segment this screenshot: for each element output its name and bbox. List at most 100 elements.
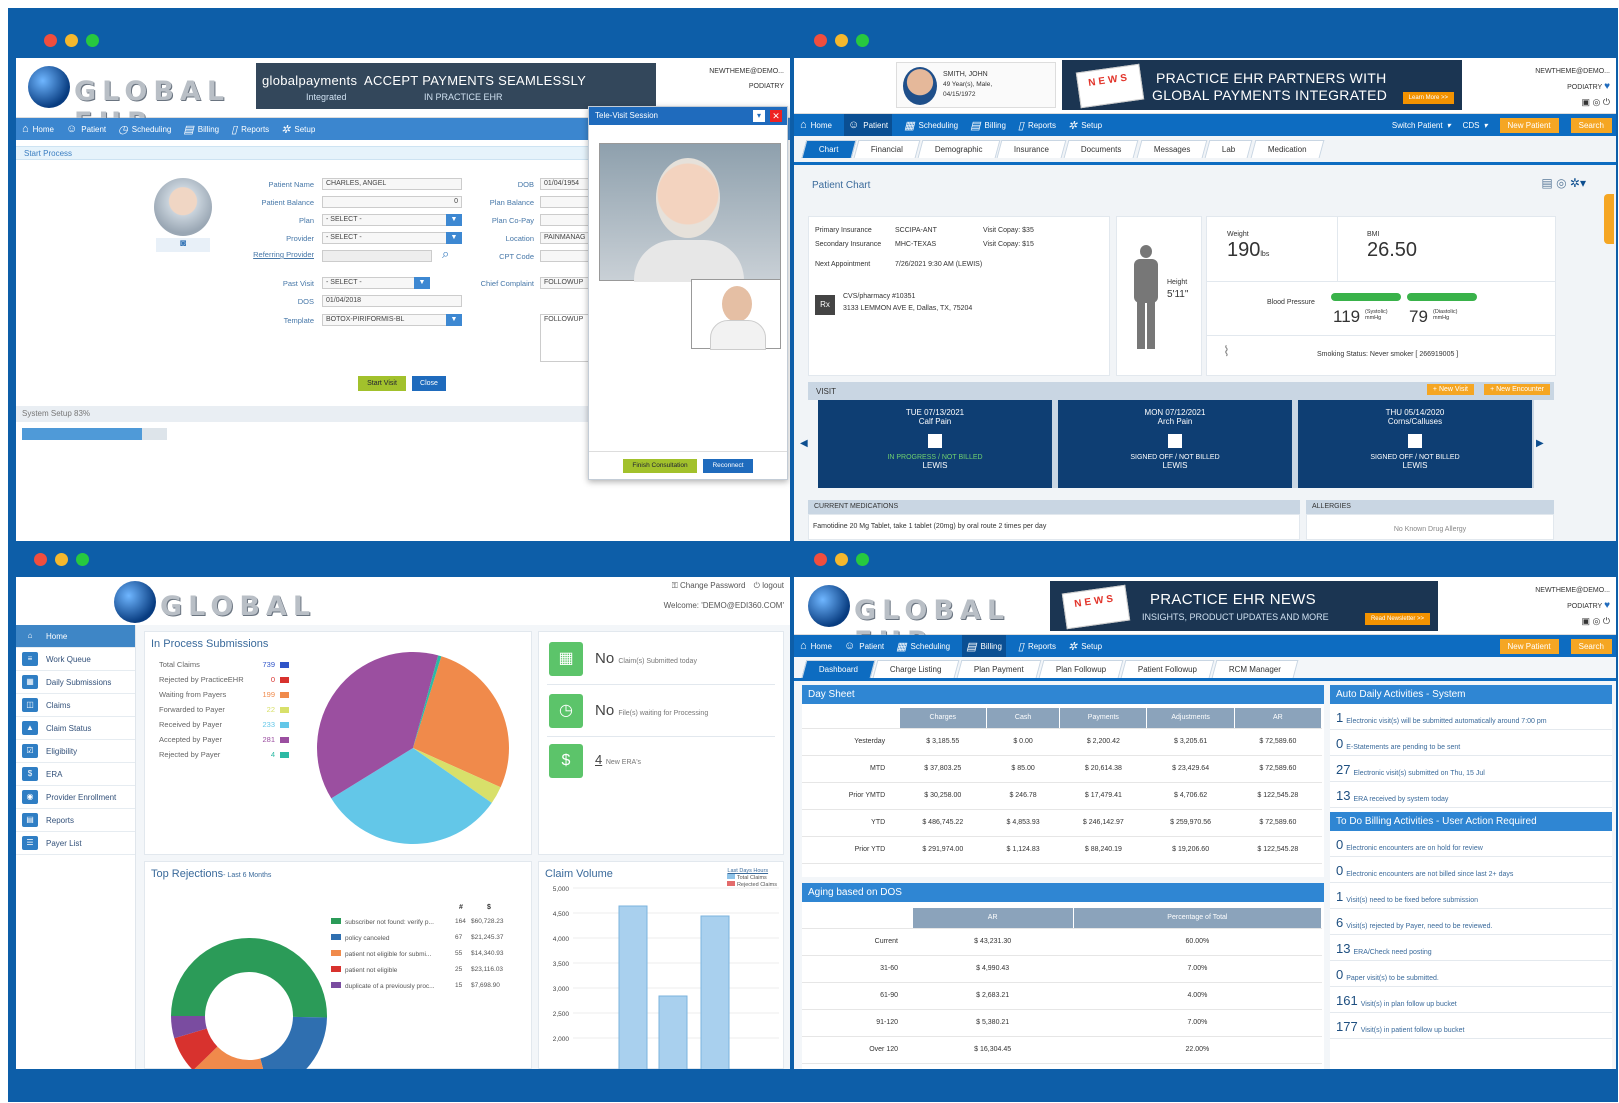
table-row[interactable]: Yesterday $ 3,185.55 $ 0.00 $ 2,200.42 $ 3,2… <box>802 728 1322 756</box>
side-tab[interactable] <box>1604 194 1614 244</box>
close-dot[interactable] <box>44 34 57 47</box>
settings-icon[interactable]: ◎ <box>1593 97 1601 107</box>
nav-scheduling[interactable]: ▦ Scheduling <box>896 640 950 653</box>
activity-item[interactable]: 0 Electronic encounters are not billed si… <box>1330 857 1612 883</box>
nav-setup[interactable]: ✲ Setup <box>1068 119 1102 132</box>
sidebar-item-home[interactable]: ⌂ Home <box>16 625 135 648</box>
provider-select[interactable]: - SELECT - ▼ <box>322 232 462 244</box>
nav-setup[interactable]: ✲ Setup <box>1068 640 1102 653</box>
maximize-dot[interactable] <box>76 553 89 566</box>
patient-balance-field[interactable]: 0 <box>322 196 462 208</box>
tab-charge-listing[interactable]: Charge Listing <box>872 660 960 678</box>
nav-reports[interactable]: ▯ Reports <box>1018 119 1056 132</box>
dob-field[interactable]: 01/04/1954 <box>540 178 590 190</box>
table-row[interactable]: 61-90 $ 2,683.21 4.00% <box>802 982 1322 1010</box>
read-newsletter-button[interactable]: Read Newsletter >> <box>1364 613 1430 625</box>
minimize-dot[interactable] <box>835 34 848 47</box>
power-icon[interactable]: ⏻ <box>1603 616 1610 626</box>
minimize-dot[interactable] <box>55 553 68 566</box>
change-password-link[interactable]: ⚿ Change Password <box>672 581 746 590</box>
location-field[interactable]: PAINMANAG <box>540 232 590 244</box>
table-row[interactable]: MTD $ 37,803.25 $ 85.00 $ 20,614.38 $ 23,429… <box>802 755 1322 783</box>
nav-scheduling[interactable]: ◷ Scheduling <box>118 123 171 136</box>
search-button[interactable]: Search <box>1570 638 1612 654</box>
tab-insurance[interactable]: Insurance <box>996 140 1067 158</box>
maximize-dot[interactable] <box>86 34 99 47</box>
nav-setup[interactable]: ✲ Setup <box>281 123 315 136</box>
logout-link[interactable]: ⏻ logout <box>754 581 784 590</box>
nav-reports[interactable]: ▯ Reports <box>231 123 269 136</box>
refresh-icon[interactable]: ◎ <box>1556 176 1566 190</box>
close-icon[interactable]: ✕ <box>770 110 782 122</box>
nav-home[interactable]: ⌂ Home <box>22 123 54 135</box>
tab-financial[interactable]: Financial <box>853 140 920 158</box>
reconnect-button[interactable]: Reconnect <box>703 459 753 473</box>
template-select[interactable]: BOTOX-PIRIFORMIS-BL ▼ <box>322 314 462 326</box>
search-button[interactable]: Search <box>1570 117 1612 133</box>
plan-copay-field[interactable] <box>540 214 590 226</box>
camera-button[interactable]: ◙ <box>156 238 210 252</box>
nav-home[interactable]: ⌂ Home <box>800 119 832 131</box>
new-patient-button[interactable]: New Patient <box>1499 117 1559 133</box>
sidebar-item-eligibility[interactable]: ☑ Eligibility <box>16 740 135 763</box>
plan-select[interactable]: - SELECT - ▼ <box>322 214 462 226</box>
sidebar-item-payer-list[interactable]: ☰ Payer List <box>16 832 135 855</box>
learn-more-button[interactable]: Learn More >> <box>1402 92 1454 104</box>
table-row[interactable]: Prior YTD $ 291,974.00 $ 1,124.83 $ 88,240.… <box>802 836 1322 864</box>
new-eras[interactable]: 4 New ERA's <box>595 752 641 767</box>
sidebar-item-work-queue[interactable]: ≡ Work Queue <box>16 648 135 671</box>
tab-messages[interactable]: Messages <box>1136 140 1208 158</box>
lock-icon[interactable]: ▣ <box>1581 97 1590 107</box>
nav-billing[interactable]: ▤ Billing <box>183 123 219 136</box>
referring-provider-field[interactable] <box>322 250 432 262</box>
activity-item[interactable]: 1 Electronic visit(s) will be submitted a… <box>1330 704 1612 730</box>
visit-prev-arrow[interactable]: ◀ <box>800 438 808 449</box>
activity-item[interactable]: 27 Electronic visit(s) submitted on Thu, … <box>1330 756 1612 782</box>
account-email[interactable]: NEWTHEME@DEMO... <box>709 64 784 79</box>
tab-patient-followup[interactable]: Patient Followup <box>1120 660 1215 678</box>
sidebar-item-reports[interactable]: ▤ Reports <box>16 809 135 832</box>
cds-dropdown[interactable]: CDS ▾ <box>1463 121 1488 130</box>
tab-chart[interactable]: Chart <box>801 140 856 158</box>
table-row[interactable]: 91-120 $ 5,380.21 7.00% <box>802 1009 1322 1037</box>
table-row[interactable]: Over 120 $ 16,304.45 22.00% <box>802 1036 1322 1064</box>
minimize-dot[interactable] <box>835 553 848 566</box>
activity-item[interactable]: 0 Electronic encounters are on hold for r… <box>1330 831 1612 857</box>
switch-patient-dropdown[interactable]: Switch Patient ▾ <box>1392 121 1451 130</box>
nav-patient[interactable]: ☺ Patient <box>844 114 893 136</box>
tab-medication[interactable]: Medication <box>1250 140 1324 158</box>
search-icon[interactable]: ⌕ <box>442 246 449 262</box>
close-button[interactable]: Close <box>412 376 446 391</box>
close-dot[interactable] <box>814 34 827 47</box>
lock-icon[interactable]: ▣ <box>1581 616 1590 626</box>
visit-card[interactable]: THU 05/14/2020 Corns/Calluses SIGNED OFF… <box>1298 400 1532 488</box>
maximize-dot[interactable] <box>856 34 869 47</box>
activity-item[interactable]: 0 Paper visit(s) to be submitted. <box>1330 961 1612 987</box>
past-visit-select[interactable]: - SELECT - ▼ <box>322 277 430 289</box>
ad-banner[interactable]: NEWS PRACTICE EHR NEWS INSIGHTS, PRODUCT… <box>1050 581 1438 631</box>
nav-scheduling[interactable]: ▦ Scheduling <box>904 119 958 132</box>
plan-balance-field[interactable] <box>540 196 590 208</box>
nav-patient[interactable]: ☺ Patient <box>844 640 884 652</box>
ad-banner[interactable]: NEWS PRACTICE EHR PARTNERS WITH GLOBAL P… <box>1062 60 1462 110</box>
tab-plan-followup[interactable]: Plan Followup <box>1038 660 1124 678</box>
activity-item[interactable]: 1 Visit(s) need to be fixed before submis… <box>1330 883 1612 909</box>
nav-reports[interactable]: ▯ Reports <box>1018 640 1056 653</box>
tab-demographic[interactable]: Demographic <box>917 140 1000 158</box>
tab-lab[interactable]: Lab <box>1204 140 1254 158</box>
new-patient-button[interactable]: New Patient <box>1499 638 1559 654</box>
nav-billing[interactable]: ▤ Billing <box>970 119 1006 132</box>
activity-item[interactable]: 177 Visit(s) in patient follow up bucket <box>1330 1013 1612 1039</box>
finish-consultation-button[interactable]: Finish Consultation <box>623 459 697 473</box>
sidebar-item-claims[interactable]: ◫ Claims <box>16 694 135 717</box>
ad-banner[interactable]: globalpayments Integrated ACCEPT PAYMENT… <box>256 63 656 109</box>
patient-card[interactable]: SMITH, JOHN 49 Year(s), Male, 04/15/1972 <box>896 62 1056 108</box>
nav-home[interactable]: ⌂ Home <box>800 640 832 652</box>
chief-complaint-notes[interactable]: FOLLOWUP <box>540 314 590 362</box>
power-icon[interactable]: ⏻ <box>1603 97 1610 107</box>
table-row[interactable]: YTD $ 486,745.22 $ 4,853.93 $ 246,142.97 $ 2… <box>802 809 1322 837</box>
visit-card[interactable]: MON 07/12/2021 Arch Pain SIGNED OFF / NO… <box>1058 400 1292 488</box>
settings-icon[interactable]: ◎ <box>1593 616 1601 626</box>
chief-complaint-field[interactable]: FOLLOWUP <box>540 277 590 289</box>
sidebar-item-era[interactable]: $ ERA <box>16 763 135 786</box>
